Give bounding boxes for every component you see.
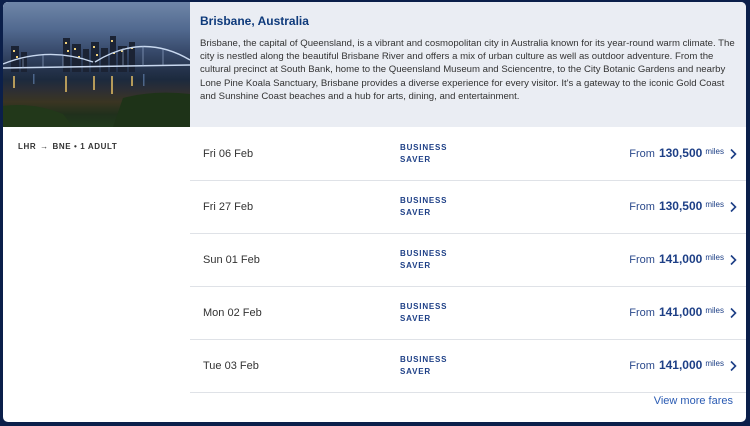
fare-date: Fri 27 Feb [203,201,254,213]
fare-price: From 130,500 miles [629,199,724,213]
route-summary: LHR → BNE • 1 ADULT [18,142,117,151]
fare-cabin-class: BUSINESS [400,143,448,152]
fare-cabin: BUSINESS SAVER [400,354,480,378]
fare-date: Tue 03 Feb [203,360,259,372]
fare-cabin-class: BUSINESS [400,355,448,364]
fare-price: From 141,000 miles [629,252,724,266]
route-origin: LHR [18,142,37,151]
fare-amount: 141,000 [658,305,703,319]
destination-title: Brisbane, Australia [200,14,309,28]
fare-cabin: BUSINESS SAVER [400,248,480,272]
chevron-right-icon[interactable] [728,254,738,266]
fare-amount: 141,000 [658,252,703,266]
fare-row[interactable]: Tue 03 Feb BUSINESS SAVER From 141,000 mil… [190,340,746,393]
fare-cabin-class: BUSINESS [400,196,448,205]
fare-row[interactable]: Fri 06 Feb BUSINESS SAVER From 130,500 mil… [190,128,746,181]
fare-amount: 130,500 [658,146,703,160]
fare-cabin-class: BUSINESS [400,249,448,258]
fare-list: Fri 06 Feb BUSINESS SAVER From 130,500 mil… [190,128,746,393]
fare-row[interactable]: Mon 02 Feb BUSINESS SAVER From 141,000 mil… [190,287,746,340]
fare-date: Fri 06 Feb [203,148,254,160]
fare-price: From 130,500 miles [629,146,724,160]
fare-cabin-type: SAVER [400,314,431,323]
fare-price: From 141,000 miles [629,358,724,372]
fare-unit: miles [705,306,724,315]
route-separator: • [74,142,78,151]
fare-cabin: BUSINESS SAVER [400,301,480,325]
fare-from-label: From [629,148,655,160]
fare-row[interactable]: Fri 27 Feb BUSINESS SAVER From 130,500 mil… [190,181,746,234]
fare-from-label: From [629,254,655,266]
fare-cabin-type: SAVER [400,155,431,164]
arrow-right-icon: → [40,142,49,151]
fare-cabin: BUSINESS SAVER [400,195,480,219]
route-destination: BNE [52,142,72,151]
fare-unit: miles [705,359,724,368]
destination-card: Brisbane, Australia Brisbane, the capita… [3,2,746,422]
fare-amount: 141,000 [658,358,703,372]
route-passengers: 1 ADULT [80,142,118,151]
fare-cabin-class: BUSINESS [400,302,448,311]
fare-price: From 141,000 miles [629,305,724,319]
chevron-right-icon[interactable] [728,360,738,372]
fare-unit: miles [705,200,724,209]
fare-amount: 130,500 [658,199,703,213]
view-more-fares-link[interactable]: View more fares [654,395,733,407]
destination-header: Brisbane, Australia Brisbane, the capita… [3,2,746,127]
chevron-right-icon[interactable] [728,148,738,160]
destination-description: Brisbane, the capital of Queensland, is … [200,38,735,102]
fare-cabin-type: SAVER [400,261,431,270]
fare-unit: miles [705,147,724,156]
fare-row[interactable]: Sun 01 Feb BUSINESS SAVER From 141,000 mil… [190,234,746,287]
brisbane-skyline-photo [3,2,190,127]
fare-unit: miles [705,253,724,262]
fare-cabin-type: SAVER [400,367,431,376]
fare-date: Mon 02 Feb [203,307,262,319]
fare-from-label: From [629,307,655,319]
chevron-right-icon[interactable] [728,307,738,319]
fare-cabin: BUSINESS SAVER [400,142,480,166]
chevron-right-icon[interactable] [728,201,738,213]
fare-cabin-type: SAVER [400,208,431,217]
fare-date: Sun 01 Feb [203,254,260,266]
fare-from-label: From [629,360,655,372]
fare-from-label: From [629,201,655,213]
